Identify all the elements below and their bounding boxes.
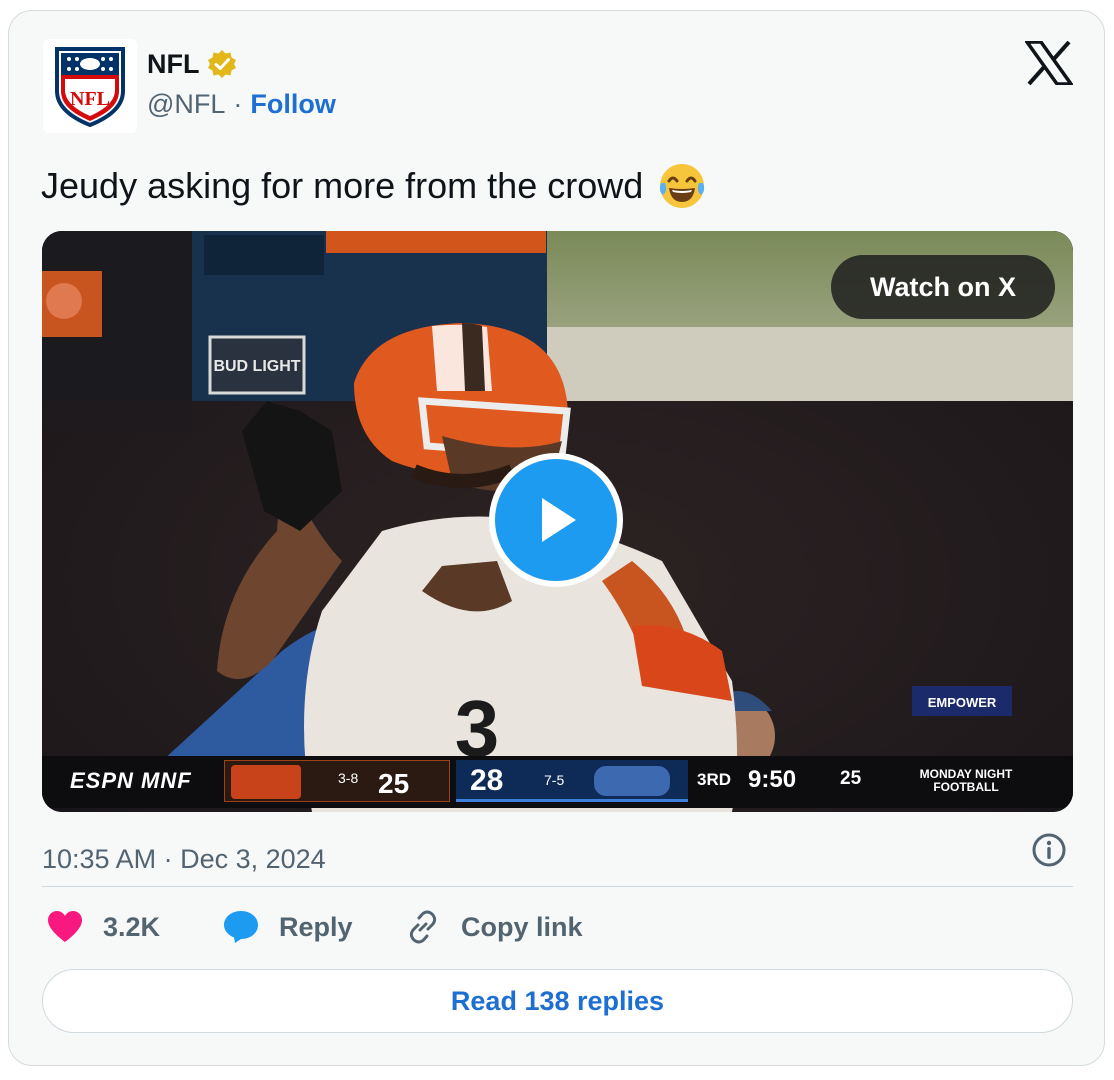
account-name[interactable]: NFL <box>147 49 199 80</box>
nfl-shield-logo: NFL <box>55 47 125 127</box>
browns-helmet-icon <box>231 765 301 799</box>
video-media[interactable]: BUD LIGHT EMPOWER 3 Watch on X ESPN MNF … <box>42 231 1073 812</box>
info-icon[interactable] <box>1031 832 1067 868</box>
home-record: 7-5 <box>544 772 565 788</box>
empower-banner: EMPOWER <box>928 695 997 710</box>
play-icon <box>542 498 576 542</box>
network-logo: ESPN MNF <box>70 768 192 793</box>
link-icon <box>409 910 437 944</box>
scorebug: ESPN MNF 3-8 25 28 7-5 3RD 9:50 25 MONDA… <box>42 756 1073 808</box>
game-clock: 9:50 <box>748 766 797 793</box>
handle-row: @NFL · Follow <box>147 89 336 120</box>
watch-on-x-button[interactable]: Watch on X <box>831 255 1055 319</box>
x-logo-icon[interactable] <box>1025 41 1073 85</box>
verified-badge-icon <box>208 50 237 78</box>
nfl-avatar[interactable]: NFL <box>43 39 137 133</box>
bud-light-sign: BUD LIGHT <box>213 358 300 375</box>
home-score: 28 <box>470 764 504 797</box>
copy-link-button[interactable]: Copy link <box>405 906 583 948</box>
follow-button[interactable]: Follow <box>250 89 335 120</box>
away-team-panel <box>224 760 450 802</box>
like-count: 3.2K <box>103 911 161 942</box>
logo-text: NFL <box>70 88 110 110</box>
tweet-card: NFL NFL @NFL · Follow Jeudy asking for m… <box>8 10 1105 1066</box>
account-name-row[interactable]: NFL <box>147 47 237 81</box>
heart-icon <box>48 911 82 942</box>
show-title: MONDAY NIGHT FOOTBALL <box>919 767 1013 794</box>
away-score: 25 <box>378 768 410 799</box>
copy-link-label: Copy link <box>461 911 583 942</box>
separator-dot: · <box>233 89 243 119</box>
reply-label: Reply <box>279 911 353 942</box>
laughing-emoji-icon <box>660 164 705 208</box>
reply-icon <box>224 911 258 943</box>
tweet-body: Jeudy asking for more from the crowd <box>41 165 644 206</box>
tweet-timestamp[interactable]: 10:35 AM · Dec 3, 2024 <box>42 844 326 875</box>
like-button[interactable]: 3.2K <box>47 906 160 948</box>
tweet-text: Jeudy asking for more from the crowd <box>41 161 707 211</box>
account-handle[interactable]: @NFL <box>147 89 225 120</box>
play-clock: 25 <box>840 768 862 789</box>
away-record: 3-8 <box>338 770 359 786</box>
divider <box>42 886 1073 887</box>
play-button[interactable] <box>489 453 623 587</box>
reply-button[interactable]: Reply <box>223 906 353 948</box>
quarter: 3RD <box>697 770 732 789</box>
read-replies-button[interactable]: Read 138 replies <box>42 969 1073 1033</box>
broncos-logo-icon <box>594 766 670 796</box>
